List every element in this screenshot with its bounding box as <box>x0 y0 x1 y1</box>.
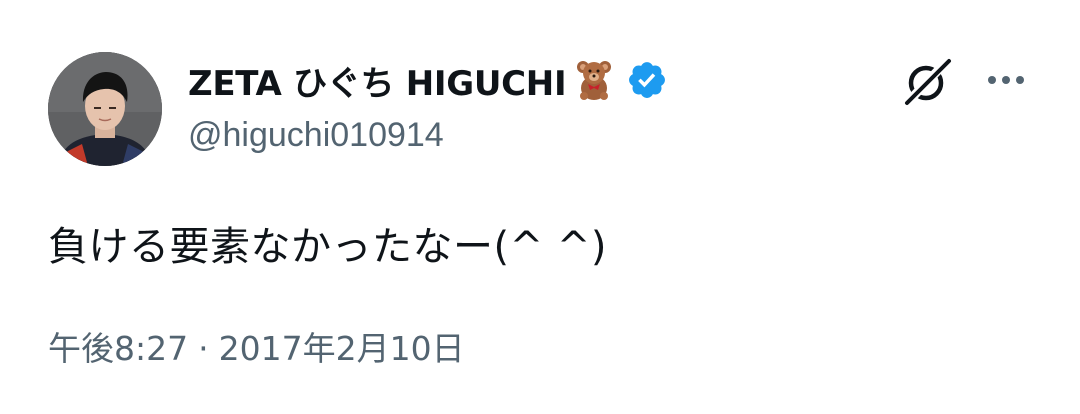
tweet-timestamp[interactable]: 午後8:27 · 2017年2月10日 <box>48 322 465 370</box>
grok-icon[interactable] <box>900 54 956 110</box>
more-options-icon[interactable] <box>984 64 1028 96</box>
teddy-bear-emoji-icon <box>574 58 614 102</box>
author-name-row: ZETA ひぐち HIGUCHI <box>188 54 668 106</box>
author-display-name[interactable]: ZETA ひぐち HIGUCHI <box>188 56 567 105</box>
author-handle[interactable]: @higuchi010914 <box>188 116 444 155</box>
tweet-date: 2017年2月10日 <box>218 329 465 368</box>
tweet-card: ZETA ひぐち HIGUCHI @higuchi010914 負ける要素なかっ… <box>0 0 1080 414</box>
avatar-photo <box>48 52 162 166</box>
avatar[interactable] <box>48 52 162 166</box>
meta-separator: · <box>198 329 209 368</box>
tweet-time: 午後8:27 <box>48 329 189 368</box>
tweet-text: 負ける要素なかったなー(^ ^) <box>48 224 607 270</box>
verified-badge-icon[interactable] <box>626 59 668 101</box>
